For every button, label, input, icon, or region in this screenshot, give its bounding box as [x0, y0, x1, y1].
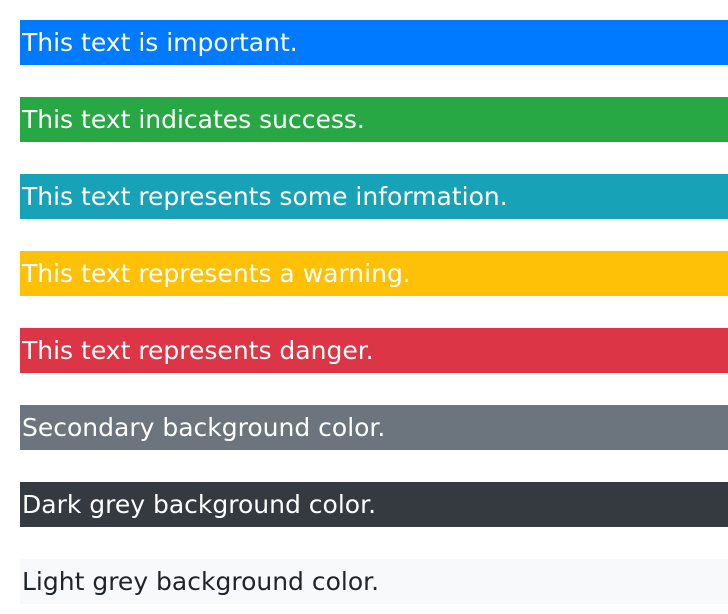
bg-secondary-text: Secondary background color.	[20, 405, 728, 450]
bg-primary-text: This text is important.	[20, 20, 728, 65]
bg-warning-text: This text represents a warning.	[20, 251, 728, 296]
bg-success-text: This text indicates success.	[20, 97, 728, 142]
bg-light-text: Light grey background color.	[20, 559, 728, 604]
bg-dark-text: Dark grey background color.	[20, 482, 728, 527]
background-color-examples: This text is important. This text indica…	[20, 20, 728, 604]
bg-info-text: This text represents some information.	[20, 174, 728, 219]
bg-danger-text: This text represents danger.	[20, 328, 728, 373]
